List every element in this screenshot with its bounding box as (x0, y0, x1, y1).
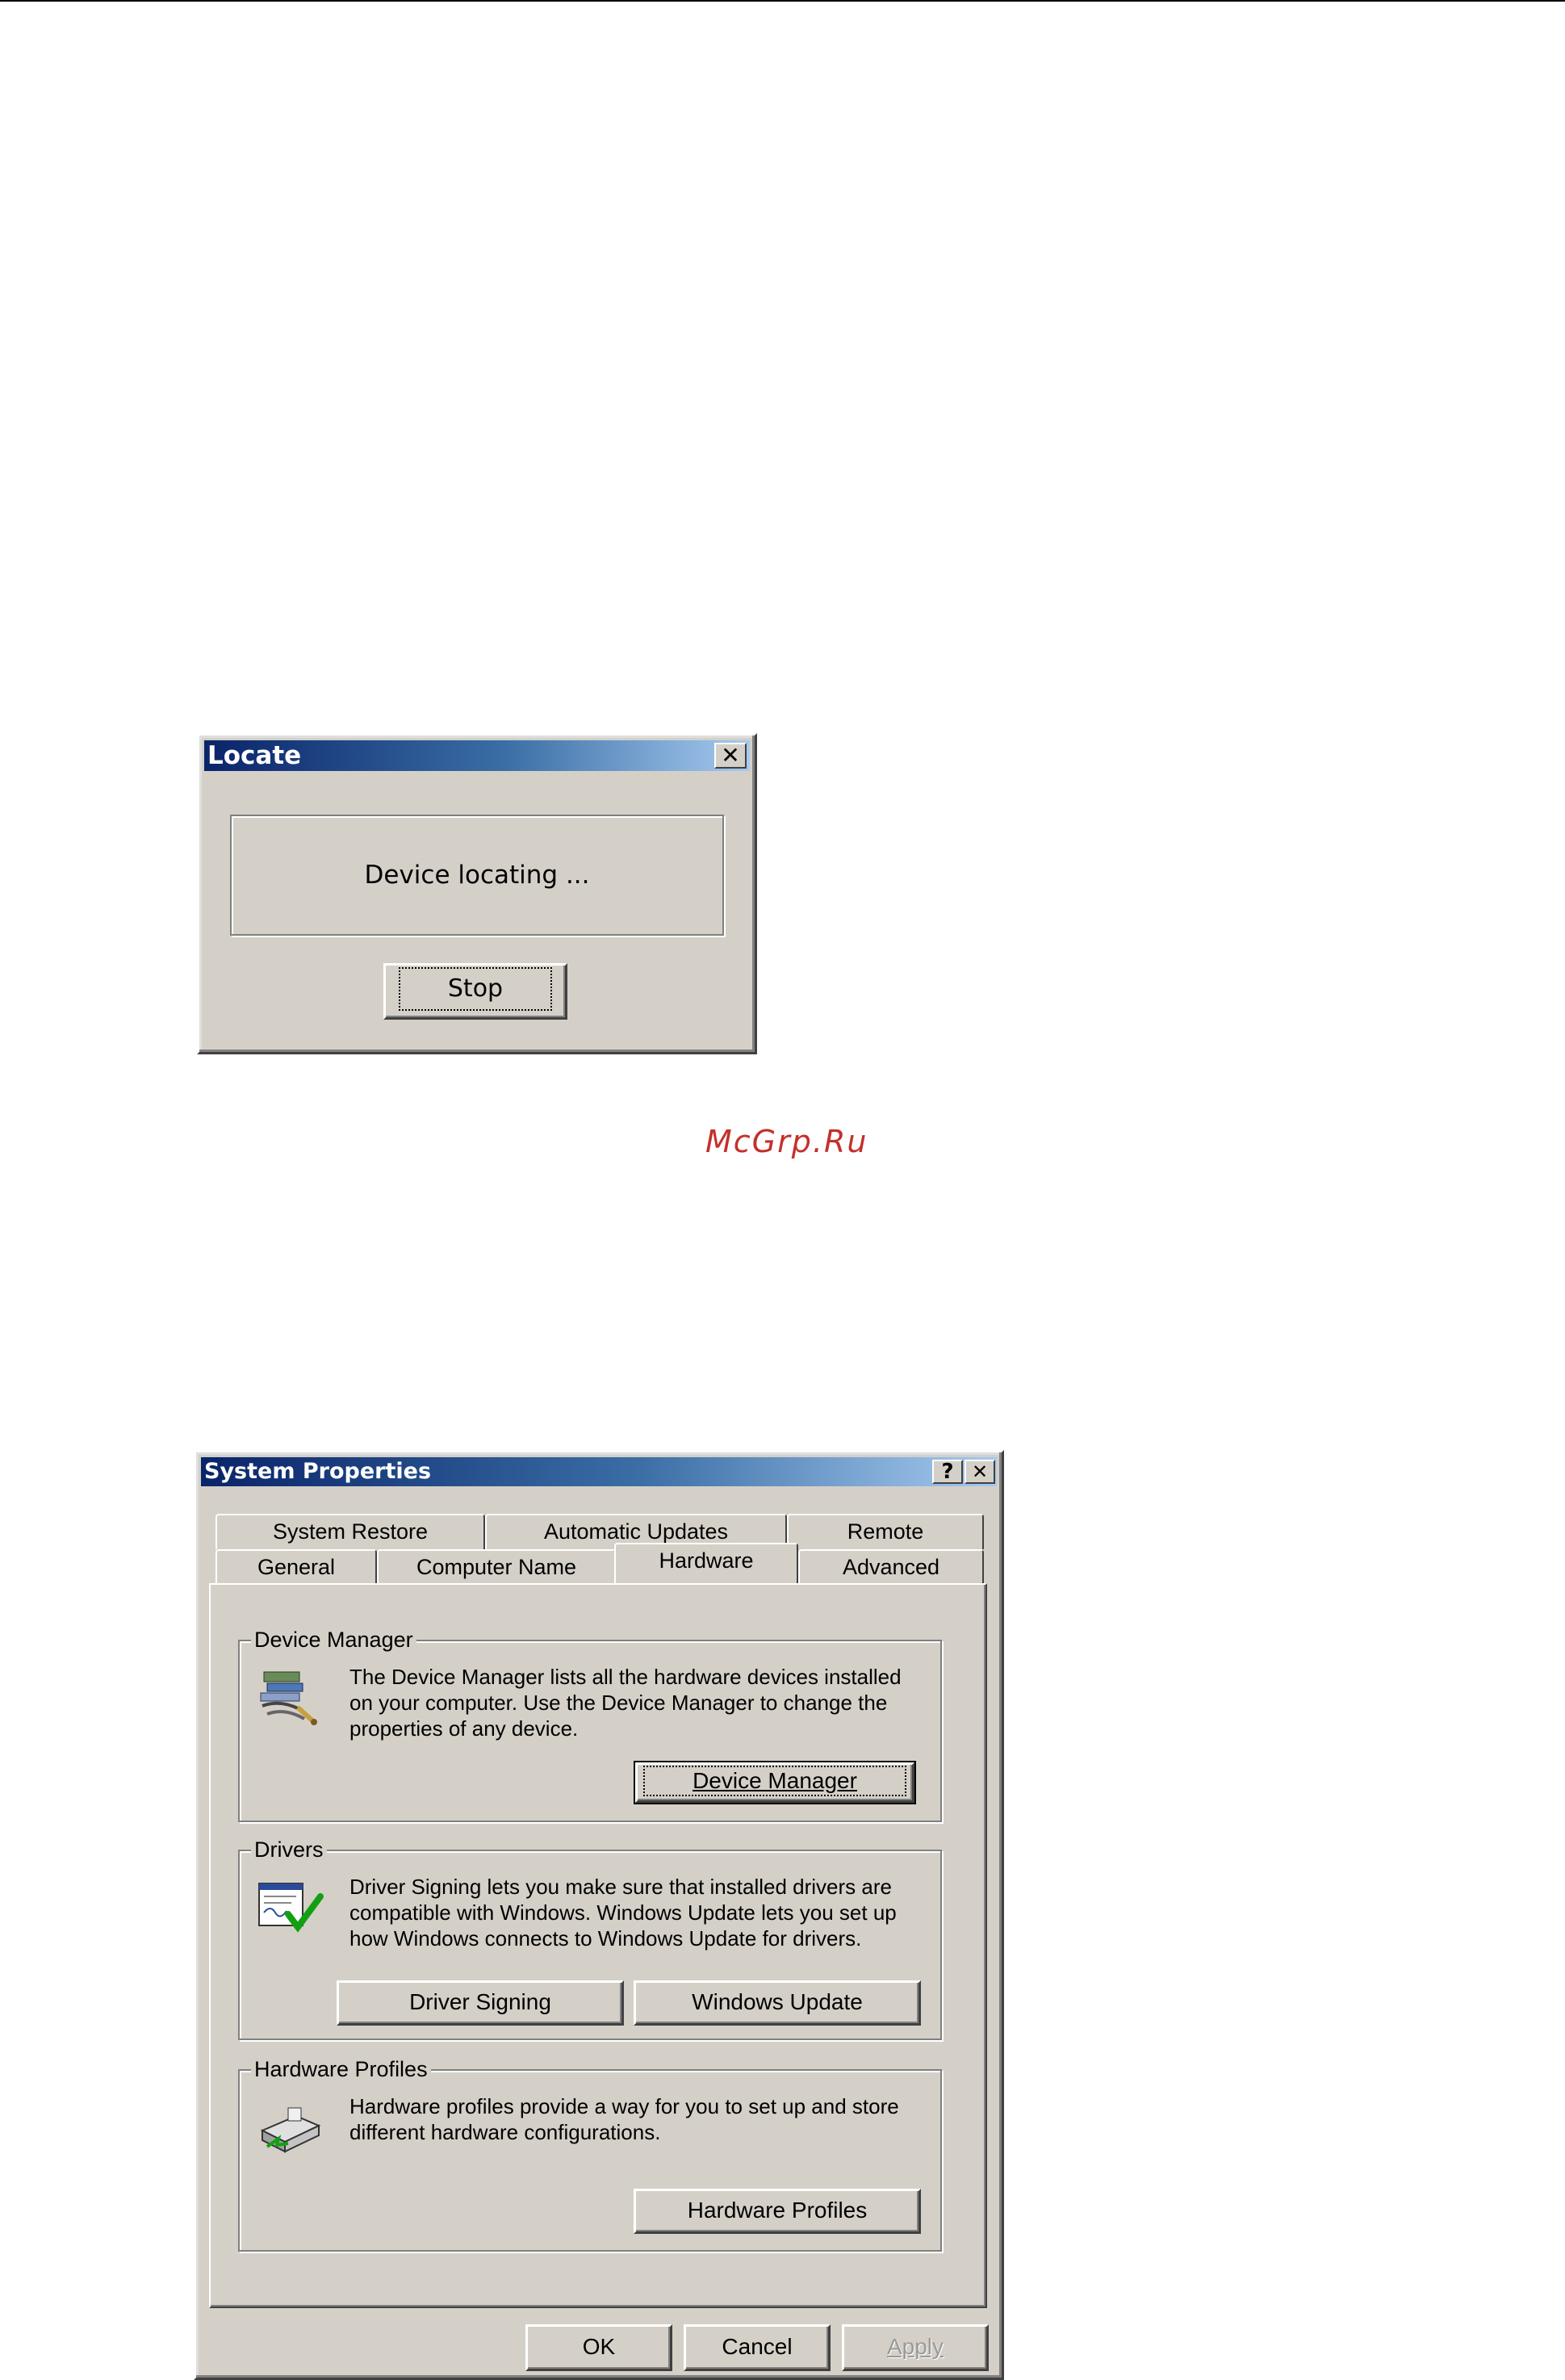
locate-title-bar[interactable]: Locate ✕ (204, 740, 750, 771)
windows-update-button-text: Windows Update (692, 1989, 863, 2014)
hardware-profiles-button[interactable]: Hardware Profiles (634, 2189, 921, 2234)
device-manager-icon (256, 1667, 320, 1731)
tab-advanced[interactable]: Advanced (798, 1549, 984, 1585)
windows-update-button[interactable]: Windows Update (634, 1980, 921, 2026)
close-icon[interactable]: ✕ (965, 1460, 995, 1484)
device-manager-group: Device Manager The Device Manager lists … (238, 1625, 942, 1822)
apply-button[interactable]: Apply (842, 2324, 989, 2371)
stop-button[interactable]: Stop (383, 963, 567, 1020)
device-manager-group-title: Device Manager (251, 1625, 416, 1654)
ok-button[interactable]: OK (525, 2324, 672, 2371)
locate-status-panel: Device locating ... (230, 815, 724, 936)
device-manager-button-text: Device Manager (693, 1768, 857, 1793)
hardware-profiles-icon (256, 2098, 324, 2160)
tab-remote[interactable]: Remote (787, 1514, 984, 1549)
help-icon[interactable]: ? (932, 1460, 963, 1484)
watermark: McGrp.Ru (705, 1124, 868, 1159)
close-icon[interactable]: ✕ (714, 743, 747, 769)
cancel-button-text: Cancel (722, 2334, 793, 2359)
tab-computer-name[interactable]: Computer Name (377, 1549, 616, 1585)
locate-title: Locate (207, 741, 302, 770)
device-manager-button-label: Device Manager (643, 1766, 906, 1796)
driver-signing-icon (256, 1877, 324, 1939)
drivers-description: Driver Signing lets you make sure that i… (349, 1875, 897, 1951)
system-properties-title: System Properties (204, 1459, 432, 1484)
hardware-profiles-description: Hardware profiles provide a way for you … (349, 2094, 899, 2144)
stop-button-label: Stop (399, 967, 552, 1011)
device-manager-description: The Device Manager lists all the hardwar… (349, 1665, 902, 1741)
cancel-button[interactable]: Cancel (684, 2324, 831, 2371)
hardware-profiles-group-title: Hardware Profiles (251, 2055, 431, 2084)
hardware-profiles-group: Hardware Profiles Hardware profiles prov… (238, 2055, 942, 2252)
driver-signing-button[interactable]: Driver Signing (337, 1980, 624, 2026)
drivers-group-title: Drivers (251, 1835, 327, 1864)
ok-button-text: OK (582, 2334, 616, 2359)
tab-general[interactable]: General (216, 1549, 377, 1585)
device-manager-button[interactable]: Device Manager (634, 1761, 916, 1804)
tab-hardware[interactable]: Hardware (614, 1543, 798, 1583)
system-properties-dialog: System Properties ? ✕ System Restore Aut… (194, 1450, 1004, 2380)
drivers-group: Drivers Driver Signing lets you make sur… (238, 1835, 942, 2040)
driver-signing-button-text: Driver Signing (409, 1989, 551, 2014)
hardware-profiles-button-text: Hardware Profiles (687, 2198, 868, 2223)
locate-status-text: Device locating ... (364, 861, 590, 890)
locate-dialog: Locate ✕ Device locating ... Stop (197, 733, 757, 1054)
tab-system-restore[interactable]: System Restore (216, 1514, 485, 1549)
apply-button-text: Apply (886, 2334, 944, 2359)
system-properties-title-bar[interactable]: System Properties ? ✕ (201, 1457, 997, 1486)
page-top-rule (0, 0, 1565, 2)
hardware-tab-panel: Device Manager The Device Manager lists … (209, 1583, 987, 2308)
